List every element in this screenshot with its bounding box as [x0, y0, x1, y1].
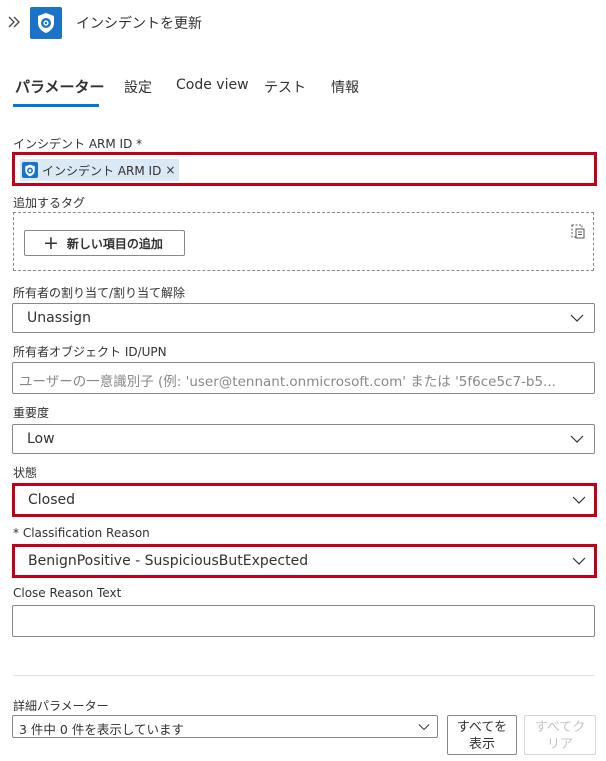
show-all-button[interactable]: すべてを 表示: [447, 715, 517, 755]
advanced-parameters-value: 3 件中 0 件を表示しています: [19, 722, 184, 737]
incident-arm-id-label: インシデント ARM ID *: [13, 137, 143, 151]
tags-label: 追加するタグ: [13, 196, 86, 210]
owner-object-id-label: 所有者オブジェクト ID/UPN: [13, 345, 167, 359]
classification-reason-dropdown[interactable]: BenignPositive - SuspiciousButExpected: [12, 544, 597, 578]
severity-value: Low: [27, 431, 55, 447]
advanced-parameters-dropdown[interactable]: 3 件中 0 件を表示しています: [12, 715, 438, 738]
clear-all-button[interactable]: すべてク リア: [524, 715, 596, 755]
clear-all-label-line2: リア: [546, 737, 573, 752]
tab-info[interactable]: 情報: [331, 77, 359, 97]
chevron-down-icon: [570, 435, 584, 443]
owner-assign-value: Unassign: [27, 310, 91, 326]
tab-settings[interactable]: 設定: [124, 77, 152, 97]
chevron-down-icon: [572, 496, 586, 504]
sentinel-shield-icon: [22, 162, 38, 178]
close-reason-text-label: Close Reason Text: [13, 586, 122, 600]
show-all-label-line2: 表示: [468, 737, 495, 752]
show-all-label-line1: すべてを: [456, 720, 508, 735]
section-divider: [13, 675, 594, 676]
advanced-parameters-label: 詳細パラメーター: [13, 699, 109, 713]
sentinel-shield-icon: [30, 7, 62, 39]
chevron-down-icon: [572, 557, 586, 565]
tab-test[interactable]: テスト: [264, 77, 306, 97]
plus-icon: +: [43, 231, 59, 254]
owner-object-id-placeholder: ユーザーの一意識別子 (例: 'user@tennant.onmicrosoft…: [19, 374, 556, 390]
severity-dropdown[interactable]: Low: [12, 424, 595, 454]
expand-icon[interactable]: [6, 13, 22, 31]
chevron-down-icon: [570, 314, 584, 322]
close-reason-text-input[interactable]: [12, 605, 595, 637]
token-remove-icon[interactable]: ×: [165, 163, 175, 177]
status-dropdown[interactable]: Closed: [12, 483, 597, 517]
tab-parameters[interactable]: パラメーター: [15, 76, 105, 97]
classification-reason-label: * Classification Reason: [13, 526, 150, 540]
owner-object-id-input[interactable]: ユーザーの一意識別子 (例: 'user@tennant.onmicrosoft…: [12, 362, 595, 394]
incident-arm-id-token[interactable]: インシデント ARM ID ×: [20, 159, 180, 181]
owner-assign-dropdown[interactable]: Unassign: [12, 303, 595, 333]
status-label: 状態: [13, 466, 38, 480]
classification-reason-value: BenignPositive - SuspiciousButExpected: [28, 553, 309, 569]
active-tab-indicator: [13, 104, 99, 107]
owner-assign-label: 所有者の割り当て/割り当て解除: [13, 286, 186, 300]
page-title: インシデントを更新: [76, 16, 202, 32]
clear-all-label-line1: すべてク: [534, 720, 586, 735]
chevron-down-icon: [418, 724, 430, 731]
add-new-item-label: 新しい項目の追加: [66, 236, 163, 251]
add-new-item-button[interactable]: + 新しい項目の追加: [24, 230, 185, 256]
tab-code-view[interactable]: Code view: [176, 77, 249, 93]
dynamic-content-icon[interactable]: [570, 222, 586, 240]
severity-label: 重要度: [13, 406, 50, 420]
status-value: Closed: [28, 492, 76, 508]
token-label: インシデント ARM ID: [42, 163, 162, 178]
